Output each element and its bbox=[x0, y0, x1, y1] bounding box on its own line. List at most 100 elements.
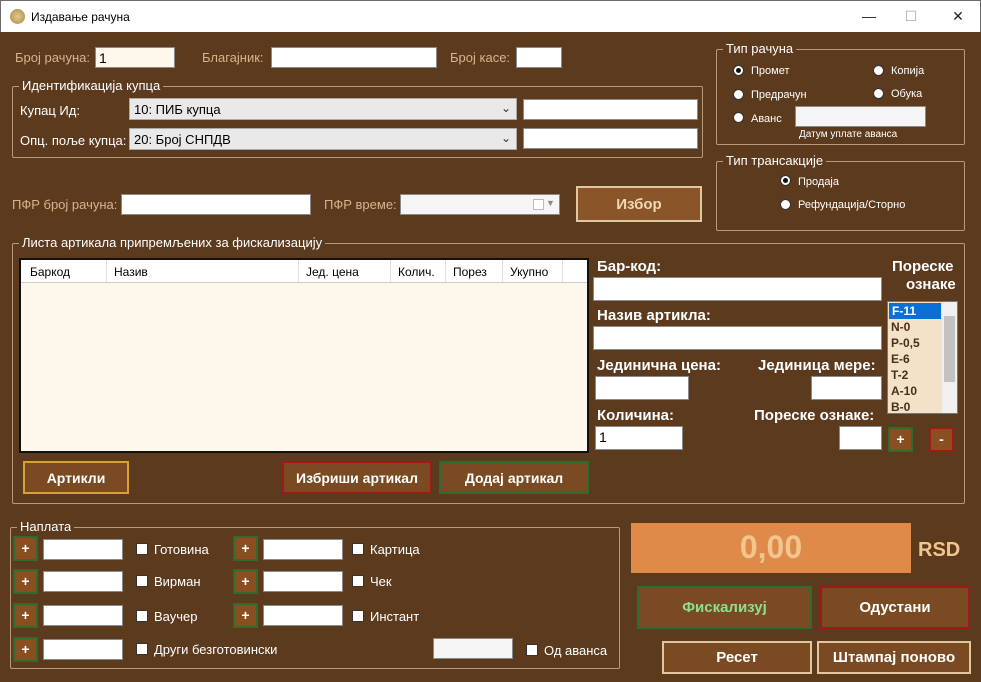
buyer-optional-label: Опц. поље купца: bbox=[20, 133, 127, 148]
add-tax-label-button[interactable]: + bbox=[888, 427, 913, 452]
cashier-label: Благајник: bbox=[202, 50, 264, 65]
column-header-unit-price[interactable]: Јед. цена bbox=[306, 265, 359, 279]
payment-check-checkbox[interactable] bbox=[352, 575, 364, 587]
payment-voucher-checkbox[interactable] bbox=[136, 610, 148, 622]
from-advance-checkbox[interactable] bbox=[526, 644, 538, 656]
cashier-input[interactable] bbox=[271, 47, 437, 68]
unit-of-measure-input[interactable] bbox=[811, 376, 882, 400]
payment-instant-plus-button[interactable]: + bbox=[233, 603, 258, 628]
payment-transfer-input[interactable] bbox=[43, 571, 123, 592]
transaction-type-group: Тип трансакције bbox=[716, 153, 965, 231]
payment-check-plus-button[interactable]: + bbox=[233, 569, 258, 594]
chevron-down-icon: ⌄ bbox=[500, 131, 511, 145]
minimize-button[interactable]: — bbox=[854, 5, 884, 27]
close-button[interactable]: ✕ bbox=[943, 5, 973, 27]
maximize-button[interactable]: ☐ bbox=[896, 5, 926, 27]
radio-prodaja-label: Продаја bbox=[798, 176, 839, 188]
payment-cash-input[interactable] bbox=[43, 539, 123, 560]
barcode-input[interactable] bbox=[593, 277, 882, 301]
article-name-input[interactable] bbox=[593, 326, 882, 350]
items-table-header: Баркод Назив Јед. цена Колич. Порез Укуп… bbox=[21, 260, 587, 283]
items-table[interactable]: Баркод Назив Јед. цена Колич. Порез Укуп… bbox=[19, 258, 589, 453]
buyer-id-select[interactable]: 10: ПИБ купца ⌄ bbox=[129, 98, 517, 120]
from-advance-input[interactable] bbox=[433, 638, 513, 659]
radio-prodaja[interactable] bbox=[780, 175, 791, 186]
column-header-quantity[interactable]: Колич. bbox=[398, 265, 435, 279]
column-header-barcode[interactable]: Баркод bbox=[30, 265, 70, 279]
unit-of-measure-label: Јединица мере: bbox=[758, 357, 876, 374]
payment-instant-label: Инстант bbox=[370, 609, 420, 624]
from-advance-label: Од аванса bbox=[544, 643, 608, 658]
payment-voucher-input[interactable] bbox=[43, 605, 123, 626]
barcode-label: Бар-код: bbox=[597, 258, 662, 275]
reset-button[interactable]: Ресет bbox=[662, 641, 812, 674]
cancel-button[interactable]: Одустани bbox=[820, 586, 970, 629]
payment-voucher-label: Ваучер bbox=[154, 609, 198, 624]
pfr-time-label: ПФР време: bbox=[324, 197, 397, 212]
payment-other-plus-button[interactable]: + bbox=[13, 637, 38, 662]
buyer-optional-select[interactable]: 20: Број СНПДВ ⌄ bbox=[129, 128, 517, 150]
advance-date-input[interactable] bbox=[795, 106, 926, 127]
column-header-total[interactable]: Укупно bbox=[510, 265, 548, 279]
advance-date-label: Датум уплате аванса bbox=[799, 129, 898, 140]
payment-instant-input[interactable] bbox=[263, 605, 343, 626]
radio-kopija[interactable] bbox=[873, 65, 884, 76]
payment-check-input[interactable] bbox=[263, 571, 343, 592]
payment-voucher-plus-button[interactable]: + bbox=[13, 603, 38, 628]
payment-card-input[interactable] bbox=[263, 539, 343, 560]
payment-card-label: Картица bbox=[370, 542, 420, 557]
payment-transfer-label: Вирман bbox=[154, 574, 201, 589]
payment-transfer-checkbox[interactable] bbox=[136, 575, 148, 587]
payment-check-label: Чек bbox=[370, 574, 392, 589]
radio-refundacija[interactable] bbox=[780, 199, 791, 210]
column-header-name[interactable]: Назив bbox=[114, 265, 148, 279]
article-name-label: Назив артикла: bbox=[597, 307, 711, 324]
pfr-number-input[interactable] bbox=[121, 194, 311, 215]
payment-cash-checkbox[interactable] bbox=[136, 543, 148, 555]
window-titlebar: Издавање рачуна — ☐ ✕ bbox=[0, 0, 981, 32]
column-header-tax[interactable]: Порез bbox=[453, 265, 487, 279]
tax-labels-list[interactable]: F-11 N-0 P-0,5 E-6 T-2 A-10 B-0 bbox=[887, 301, 958, 414]
pfr-number-label: ПФР број рачуна: bbox=[12, 197, 118, 212]
tax-labels-label: Пореске ознаке: bbox=[754, 407, 875, 424]
payment-card-checkbox[interactable] bbox=[352, 543, 364, 555]
invoice-number-label: Број рачуна: bbox=[15, 50, 90, 65]
radio-predracun[interactable] bbox=[733, 89, 744, 100]
currency-label: RSD bbox=[918, 539, 961, 561]
calendar-icon[interactable] bbox=[533, 199, 544, 210]
payment-card-plus-button[interactable]: + bbox=[233, 536, 258, 561]
delete-article-button[interactable]: Избриши артикал bbox=[282, 461, 432, 494]
buyer-id-input[interactable] bbox=[523, 99, 698, 120]
tax-list-scroll-thumb[interactable] bbox=[944, 316, 955, 382]
radio-promet-label: Промет bbox=[751, 65, 790, 77]
buyer-id-label: Купац Ид: bbox=[20, 103, 80, 118]
radio-refundacija-label: Рефундација/Сторно bbox=[798, 199, 906, 211]
radio-obuka-label: Обука bbox=[891, 88, 923, 100]
payment-cash-plus-button[interactable]: + bbox=[13, 536, 38, 561]
radio-obuka[interactable] bbox=[873, 88, 884, 99]
unit-price-label: Јединична цена: bbox=[597, 357, 721, 374]
radio-promet[interactable] bbox=[733, 65, 744, 76]
payment-transfer-plus-button[interactable]: + bbox=[13, 569, 38, 594]
tax-labels-input[interactable] bbox=[839, 426, 882, 450]
pfr-choose-button[interactable]: Избор bbox=[576, 186, 702, 222]
transaction-type-legend: Тип трансакције bbox=[723, 153, 827, 168]
payment-other-checkbox[interactable] bbox=[136, 643, 148, 655]
invoice-number-input[interactable]: 1 bbox=[95, 47, 175, 68]
articles-button[interactable]: Артикли bbox=[23, 461, 129, 494]
unit-price-input[interactable] bbox=[595, 376, 689, 400]
tax-list-title-2: ознаке bbox=[906, 276, 956, 293]
fiscalize-button[interactable]: Фискализуј bbox=[637, 586, 812, 629]
remove-tax-label-button[interactable]: - bbox=[929, 427, 954, 452]
add-article-button[interactable]: Додај артикал bbox=[439, 461, 589, 494]
buyer-optional-input[interactable] bbox=[523, 128, 698, 149]
payment-instant-checkbox[interactable] bbox=[352, 610, 364, 622]
quantity-input[interactable]: 1 bbox=[595, 426, 683, 450]
register-input[interactable] bbox=[516, 47, 562, 68]
tax-list-item[interactable]: F-11 bbox=[889, 303, 941, 319]
reprint-button[interactable]: Штампај поново bbox=[817, 641, 971, 674]
total-amount-display: 0,00 bbox=[631, 523, 911, 573]
payment-other-input[interactable] bbox=[43, 639, 123, 660]
buyer-identification-legend: Идентификација купца bbox=[19, 78, 164, 93]
radio-avans[interactable] bbox=[733, 112, 744, 123]
